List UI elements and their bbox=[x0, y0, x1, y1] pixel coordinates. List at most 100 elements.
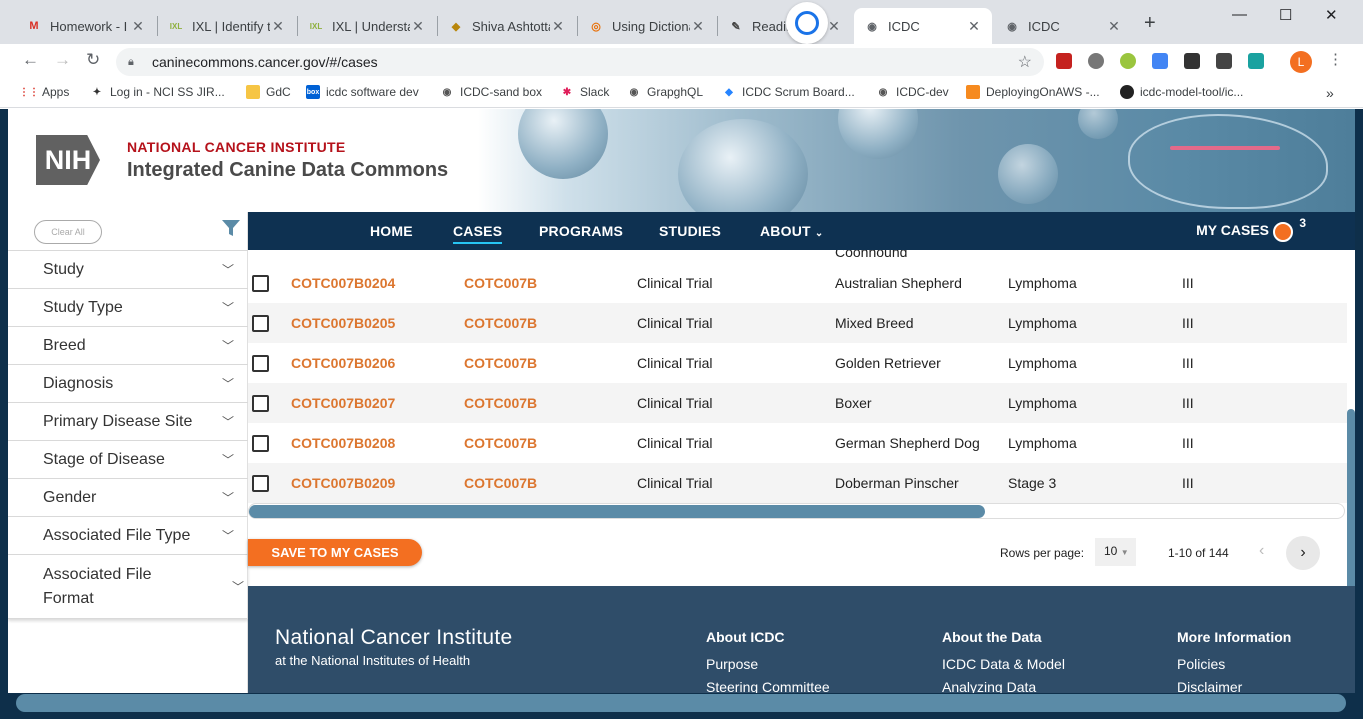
facet-diagnosis[interactable]: Diagnosis ﹀ bbox=[8, 365, 248, 403]
nav-studies[interactable]: STUDIES bbox=[659, 223, 721, 239]
browser-tab[interactable]: ◆ Shiva Ashtotta ✕ bbox=[438, 8, 576, 44]
profile-avatar[interactable]: L bbox=[1290, 51, 1312, 73]
footer-link[interactable]: Purpose bbox=[706, 656, 758, 672]
facet-breed[interactable]: Breed ﹀ bbox=[8, 327, 248, 365]
footer-link[interactable]: Policies bbox=[1177, 656, 1225, 672]
scrollbar-thumb[interactable] bbox=[249, 505, 985, 518]
table-horizontal-scrollbar[interactable] bbox=[248, 503, 1345, 519]
bookmark-item[interactable]: ✦ Log in - NCI SS JIR... bbox=[90, 85, 225, 99]
pdf-extension-icon[interactable] bbox=[1056, 53, 1072, 69]
footer-link[interactable]: Analyzing Data bbox=[942, 679, 1036, 693]
close-icon[interactable]: ✕ bbox=[1106, 18, 1122, 35]
extension-icon[interactable] bbox=[1248, 53, 1264, 69]
close-icon[interactable]: ✕ bbox=[270, 18, 286, 35]
footer-org-sub: at the National Institutes of Health bbox=[275, 653, 471, 668]
drive-extension-icon[interactable] bbox=[1152, 53, 1168, 69]
bookmark-star-icon[interactable]: ☆ bbox=[1018, 52, 1032, 72]
facet-study[interactable]: Study ﹀ bbox=[8, 251, 248, 289]
footer-org: National Cancer Institute bbox=[275, 626, 513, 649]
study-link[interactable]: COTC007B bbox=[464, 315, 537, 331]
previous-page-icon[interactable]: ‹ bbox=[1259, 542, 1264, 560]
case-id-link[interactable]: COTC007B0209 bbox=[291, 475, 395, 491]
bookmark-item[interactable]: GdC bbox=[246, 85, 291, 99]
bookmark-item[interactable]: ◉ GrapghQL bbox=[627, 85, 703, 99]
bookmark-item[interactable]: DeployingOnAWS -... bbox=[966, 85, 1100, 99]
bookmark-item[interactable]: icdc-model-tool/ic... bbox=[1120, 85, 1243, 99]
nav-home[interactable]: HOME bbox=[370, 223, 413, 239]
facet-associated-file-format[interactable]: Associated File Format ﹀ bbox=[8, 555, 248, 619]
browser-tab[interactable]: ✎ Readin ✕ bbox=[718, 8, 852, 44]
study-link[interactable]: COTC007B bbox=[464, 395, 537, 411]
case-id-link[interactable]: COTC007B0204 bbox=[291, 275, 395, 291]
clear-all-button[interactable]: Clear All bbox=[34, 220, 102, 244]
case-id-link[interactable]: COTC007B0205 bbox=[291, 315, 395, 331]
study-link[interactable]: COTC007B bbox=[464, 355, 537, 371]
browser-tab[interactable]: ◉ ICDC ✕ bbox=[994, 8, 1132, 44]
nav-programs[interactable]: PROGRAMS bbox=[539, 223, 623, 239]
case-id-link[interactable]: COTC007B0208 bbox=[291, 435, 395, 451]
case-id-link[interactable]: COTC007B0207 bbox=[291, 395, 395, 411]
nav-cases[interactable]: CASES bbox=[453, 223, 503, 244]
selenium-extension-icon[interactable] bbox=[1184, 53, 1200, 69]
facet-study-type[interactable]: Study Type ﹀ bbox=[8, 289, 248, 327]
footer-link[interactable]: Steering Committee bbox=[706, 679, 830, 693]
new-tab-icon[interactable]: + bbox=[1144, 12, 1156, 35]
footer-link[interactable]: ICDC Data & Model bbox=[942, 656, 1065, 672]
close-icon[interactable]: ✕ bbox=[826, 18, 842, 35]
facet-gender[interactable]: Gender ﹀ bbox=[8, 479, 248, 517]
row-checkbox[interactable] bbox=[252, 394, 269, 412]
bookmark-item[interactable]: ◆ ICDC Scrum Board... bbox=[722, 85, 855, 99]
row-checkbox[interactable] bbox=[252, 314, 269, 332]
maximize-icon[interactable]: ☐ bbox=[1279, 6, 1292, 24]
rows-per-page-select[interactable]: 10 ▼ bbox=[1095, 538, 1136, 566]
facet-stage-of-disease[interactable]: Stage of Disease ﹀ bbox=[8, 441, 248, 479]
url-text[interactable]: caninecommons.cancer.gov/#/cases bbox=[152, 54, 378, 70]
reload-icon[interactable]: ↻ bbox=[86, 50, 100, 70]
row-checkbox[interactable] bbox=[252, 434, 269, 452]
study-link[interactable]: COTC007B bbox=[464, 275, 537, 291]
address-bar[interactable]: 🔒︎ caninecommons.cancer.gov/#/cases ☆ bbox=[116, 48, 1044, 76]
bookmark-apps[interactable]: ⋮⋮ Apps bbox=[19, 85, 69, 99]
facet-primary-disease-site[interactable]: Primary Disease Site ﹀ bbox=[8, 403, 248, 441]
close-icon[interactable]: ✕ bbox=[410, 18, 426, 35]
back-icon[interactable]: ← bbox=[22, 50, 39, 70]
close-window-icon[interactable]: ✕ bbox=[1325, 6, 1338, 24]
menu-kebab-icon[interactable]: ⋮ bbox=[1328, 50, 1343, 68]
forward-icon[interactable]: → bbox=[54, 50, 71, 70]
bookmark-item[interactable]: ◉ ICDC-dev bbox=[876, 85, 949, 99]
facet-associated-file-type[interactable]: Associated File Type ﹀ bbox=[8, 517, 248, 555]
browser-tab[interactable]: ◎ Using Dictiona ✕ bbox=[578, 8, 716, 44]
extension-bubble-icon[interactable] bbox=[786, 2, 828, 44]
next-page-button[interactable]: › bbox=[1286, 536, 1320, 570]
close-icon[interactable]: ✕ bbox=[690, 18, 706, 35]
browser-tab-active[interactable]: ◉ ICDC ✕ bbox=[854, 8, 992, 44]
nav-about[interactable]: ABOUT ⌄ bbox=[760, 223, 823, 239]
close-icon[interactable]: ✕ bbox=[966, 18, 982, 35]
study-link[interactable]: COTC007B bbox=[464, 435, 537, 451]
nih-logo[interactable]: NIH bbox=[36, 135, 100, 185]
bookmarks-overflow-icon[interactable]: » bbox=[1326, 85, 1334, 101]
my-cases-link[interactable]: MY CASES bbox=[1196, 222, 1269, 238]
case-id-link[interactable]: COTC007B0206 bbox=[291, 355, 395, 371]
row-checkbox[interactable] bbox=[252, 274, 269, 292]
save-to-my-cases-button[interactable]: SAVE TO MY CASES bbox=[248, 539, 422, 566]
bookmark-item[interactable]: box icdc software dev bbox=[306, 85, 419, 99]
extension-icon[interactable] bbox=[1088, 53, 1104, 69]
row-checkbox[interactable] bbox=[252, 354, 269, 372]
extension-icon[interactable] bbox=[1216, 53, 1232, 69]
minimize-icon[interactable]: — bbox=[1232, 6, 1247, 23]
filter-funnel-icon[interactable] bbox=[222, 220, 240, 236]
extension-icon[interactable] bbox=[1120, 53, 1136, 69]
study-link[interactable]: COTC007B bbox=[464, 475, 537, 491]
page-horizontal-scrollbar[interactable] bbox=[16, 694, 1346, 712]
row-checkbox[interactable] bbox=[252, 474, 269, 492]
bookmark-item[interactable]: ◉ ICDC-sand box bbox=[440, 85, 542, 99]
browser-tab[interactable]: M Homework - I ✕ bbox=[16, 8, 156, 44]
browser-tab[interactable]: IXL IXL | Understa ✕ bbox=[298, 8, 436, 44]
close-icon[interactable]: ✕ bbox=[550, 18, 566, 35]
footer-link[interactable]: Disclaimer bbox=[1177, 679, 1242, 693]
browser-tab[interactable]: IXL IXL | Identify t ✕ bbox=[158, 8, 296, 44]
bookmark-item[interactable]: ✱ Slack bbox=[560, 85, 610, 99]
close-icon[interactable]: ✕ bbox=[130, 18, 146, 35]
my-cases-folder-icon[interactable] bbox=[1273, 222, 1293, 242]
